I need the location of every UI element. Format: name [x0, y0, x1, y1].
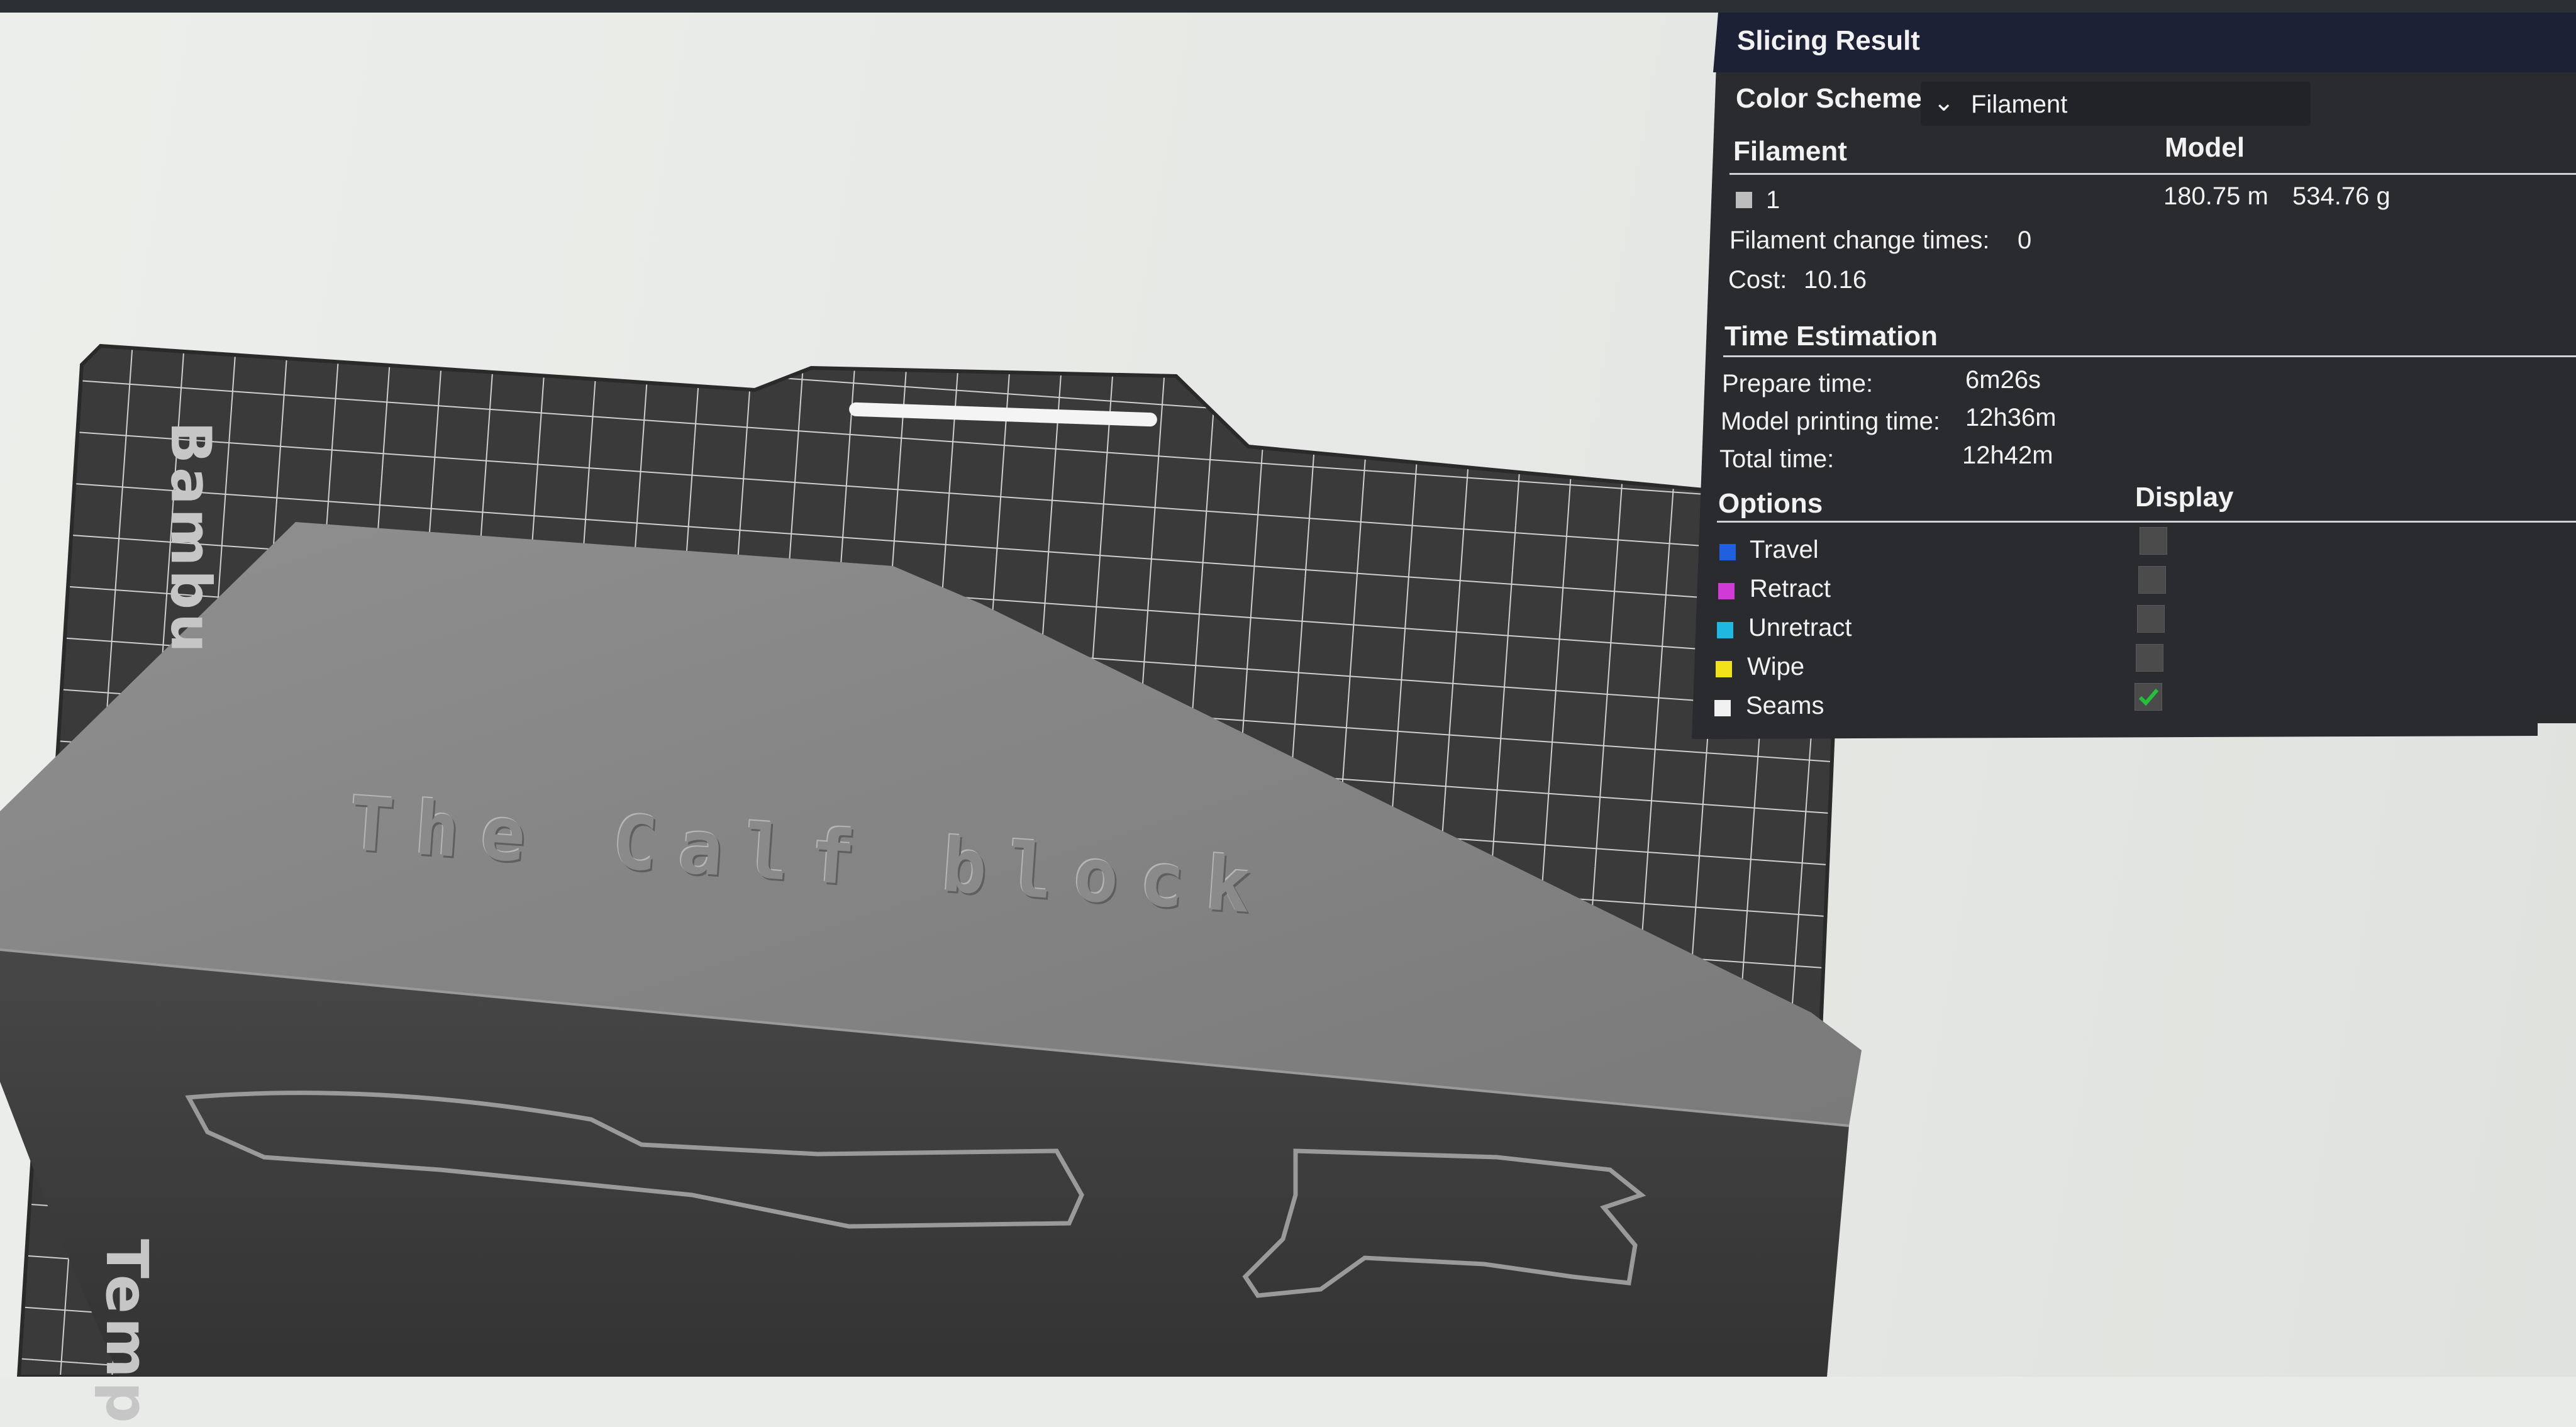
total-time-label: Total time:: [1719, 445, 1835, 473]
options-header: Options: [1718, 488, 1823, 519]
options-divider: [1717, 521, 2576, 523]
option-wipe-label: Wipe: [1747, 653, 1805, 680]
filament-change-label: Filament change times:: [1729, 226, 1990, 254]
travel-color-swatch: [1719, 544, 1736, 560]
option-seams-label: Seams: [1746, 692, 1824, 719]
panel-title: Slicing Result: [1737, 25, 1920, 56]
total-time-value: 12h42m: [1962, 441, 2053, 469]
checkmark-icon: [2138, 689, 2159, 706]
display-header: Display: [2135, 482, 2234, 513]
cost-label: Cost:: [1728, 266, 1787, 294]
model-printing-time-label: Model printing time:: [1721, 408, 1941, 435]
filament-id: 1: [1766, 186, 1780, 214]
filament-weight: 534.76 g: [2292, 182, 2390, 210]
time-estimation-header: Time Estimation: [1724, 321, 1938, 352]
filament-change-value: 0: [2018, 226, 2032, 254]
option-travel-label: Travel: [1750, 536, 1819, 564]
retract-color-swatch: [1718, 583, 1735, 599]
option-retract-label: Retract: [1750, 575, 1831, 602]
model-printing-time-value: 12h36m: [1965, 404, 2057, 431]
unretract-display-checkbox[interactable]: [2137, 605, 2165, 633]
filament-color-swatch: [1736, 192, 1752, 208]
time-divider: [1723, 355, 2576, 357]
color-scheme-dropdown[interactable]: ⌄ Filament: [1921, 82, 2311, 126]
option-unretract-label: Unretract: [1748, 614, 1852, 641]
filament-header: Filament: [1733, 136, 1847, 167]
wipe-display-checkbox[interactable]: [2136, 644, 2163, 672]
filament-divider: [1729, 173, 2576, 175]
model-header: Model: [2165, 132, 2245, 163]
prepare-time-value: 6m26s: [1965, 366, 2041, 394]
chevron-down-icon: ⌄: [1933, 89, 1955, 116]
filament-length: 180.75 m: [2163, 182, 2268, 210]
wipe-color-swatch: [1716, 661, 1732, 677]
seams-color-swatch: [1714, 700, 1731, 716]
prepare-time-label: Prepare time:: [1722, 370, 1874, 397]
color-scheme-label: Color Scheme: [1736, 83, 1922, 114]
unretract-color-swatch: [1717, 622, 1733, 638]
slicing-result-panel: Slicing Result Color Scheme ⌄ Filament F…: [1692, 13, 2576, 742]
color-scheme-value: Filament: [1971, 91, 2068, 118]
top-bar: [0, 0, 2576, 13]
cost-value: 10.16: [1804, 266, 1867, 294]
travel-display-checkbox[interactable]: [2140, 527, 2167, 555]
seams-display-checkbox[interactable]: [2135, 683, 2162, 711]
plate-label-text: Temp: [93, 1239, 160, 1427]
retract-display-checkbox[interactable]: [2138, 566, 2166, 594]
plate-brand-logo: Bambu: [158, 421, 223, 657]
